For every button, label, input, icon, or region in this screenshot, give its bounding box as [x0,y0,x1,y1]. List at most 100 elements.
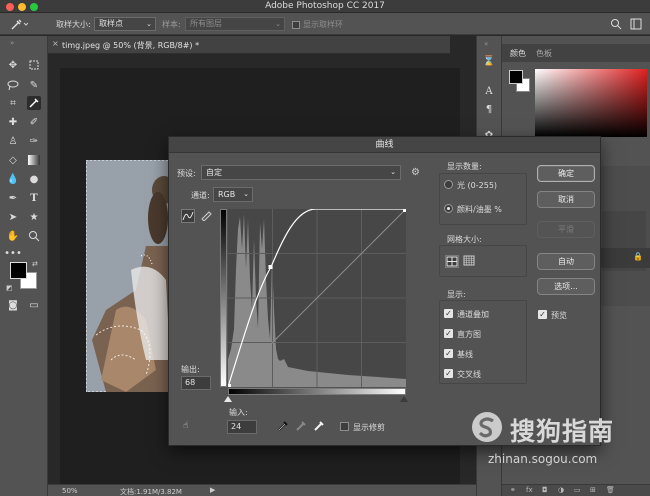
dodge-tool[interactable]: ● [27,172,41,186]
blur-tool[interactable]: 💧 [6,172,20,186]
character-panel-button[interactable]: A [482,84,496,98]
quick-mask-button[interactable]: ◙ [6,298,20,312]
pigment-radio[interactable] [444,204,453,213]
default-colors-icon[interactable]: ◩ [6,284,13,292]
group-icon[interactable]: ▭ [574,486,581,494]
type-icon: T [30,192,38,204]
white-point-slider[interactable] [400,396,408,402]
document-tab[interactable]: × timg.jpeg @ 50% (背景, RGB/8#) * [48,36,450,54]
quick-select-tool[interactable]: ✎ [27,78,41,92]
curve-icon [182,211,194,221]
zoom-window-button[interactable] [30,3,38,11]
color-picker-field[interactable] [535,69,647,137]
collapse-panels-icon[interactable]: « [484,40,488,48]
pigment-label: 颜料/油墨 % [457,205,502,214]
more-tools[interactable]: ••• [4,246,22,260]
minimize-window-button[interactable] [18,3,26,11]
options-button[interactable]: 选项... [537,278,595,295]
link-layers-icon[interactable]: ⚭ [510,486,516,494]
adjustment-icon[interactable]: ◑ [558,486,564,494]
history-panel-button[interactable]: ⌛ [482,54,496,68]
type-tool[interactable]: T [27,191,41,205]
hand-tool[interactable]: ✋ [6,229,20,243]
document-image[interactable] [86,160,170,392]
histogram-checkbox[interactable]: ✓ [444,329,453,338]
gradient-icon [28,155,40,165]
baseline-checkbox[interactable]: ✓ [444,349,453,358]
zoom-level[interactable]: 50% [62,487,78,495]
layers-footer: ⚭ fx ◘ ◑ ▭ ⊞ 🗑 [502,484,650,496]
output-gradient-bar [220,209,227,387]
eraser-tool[interactable]: ◇ [6,153,20,167]
history-brush-tool[interactable]: ✑ [27,134,41,148]
tab-color[interactable]: 颜色 [510,48,526,59]
path-select-tool[interactable]: ➤ [6,210,20,224]
shape-tool[interactable]: ★ [27,210,41,224]
sample-size-label: 取样大小: [56,20,91,29]
foreground-color-swatch[interactable] [10,262,27,279]
tool-preset-picker[interactable] [8,17,29,31]
trash-icon[interactable]: 🗑 [606,486,615,494]
lasso-tool[interactable] [6,78,20,92]
paragraph-panel-button[interactable]: ¶ [482,102,496,116]
close-document-icon[interactable]: × [52,39,59,48]
stamp-tool[interactable]: ♙ [6,134,20,148]
status-menu-arrow-icon[interactable]: ▶ [210,486,215,494]
move-tool[interactable]: ✥ [6,58,20,72]
show-ring-checkbox[interactable] [292,21,300,29]
gray-eyedropper-button[interactable] [295,420,307,432]
pencil-mode-button[interactable] [200,209,214,223]
target-adjust-button[interactable]: ☝ [183,421,197,433]
tab-swatches[interactable]: 色板 [536,48,552,59]
intersection-line-checkbox[interactable]: ✓ [444,369,453,378]
detailed-grid-button[interactable] [463,255,477,268]
sample-select[interactable]: 所有图层 ⌄ [185,17,285,31]
curve-point[interactable] [268,265,273,269]
fx-icon[interactable]: fx [526,486,533,494]
display-amount-title: 显示数量: [447,162,482,171]
input-value: 24 [231,422,242,431]
channel-select[interactable]: RGB ⌄ [213,187,253,202]
curve-graph[interactable] [226,207,408,389]
auto-button[interactable]: 自动 [537,253,595,270]
brush-tool[interactable]: ✐ [27,115,41,129]
sample-size-select[interactable]: 取样点 ⌄ [94,17,156,31]
swap-colors-icon[interactable]: ⇄ [32,260,38,268]
gradient-tool[interactable] [27,153,41,167]
input-field[interactable]: 24 [227,420,257,434]
preset-options-button[interactable]: ⚙ [411,167,425,179]
black-point-slider[interactable] [224,396,232,402]
lasso-icon [7,80,19,91]
curve-point[interactable] [403,207,408,212]
crop-tool[interactable]: ⌗ [6,96,20,110]
new-layer-icon[interactable]: ⊞ [590,486,596,494]
light-radio[interactable] [444,180,453,189]
eyedropper-tool[interactable] [27,96,41,110]
marquee-tool[interactable] [27,58,41,72]
simple-grid-button[interactable] [445,255,459,268]
workspace-button[interactable] [630,18,642,30]
preset-select[interactable]: 自定 ⌄ [201,165,401,180]
channel-overlay-checkbox[interactable]: ✓ [444,309,453,318]
chevron-down-icon: ⌄ [275,20,281,28]
screen-mode-button[interactable]: ▭ [27,298,41,312]
output-field[interactable]: 68 [181,376,211,390]
cancel-button[interactable]: 取消 [537,191,595,208]
white-eyedropper-button[interactable] [313,420,325,432]
search-button[interactable] [610,18,622,30]
pen-tool[interactable]: ✒ [6,191,20,205]
arrow-icon: ➤ [8,211,18,223]
panel-foreground-swatch[interactable] [509,70,523,84]
show-clipping-checkbox[interactable] [340,422,349,431]
smooth-button[interactable]: 平滑 [537,221,595,238]
curve-point[interactable] [226,384,231,389]
black-eyedropper-button[interactable] [277,420,289,432]
zoom-tool[interactable] [27,229,41,243]
ok-button[interactable]: 确定 [537,165,595,182]
curve-point-mode-button[interactable] [181,209,195,223]
preview-checkbox[interactable]: ✓ [538,310,547,319]
healing-tool[interactable]: ✚ [6,115,20,129]
mask-icon[interactable]: ◘ [542,486,548,494]
collapse-icon[interactable]: » [10,39,14,47]
close-window-button[interactable] [6,3,14,11]
